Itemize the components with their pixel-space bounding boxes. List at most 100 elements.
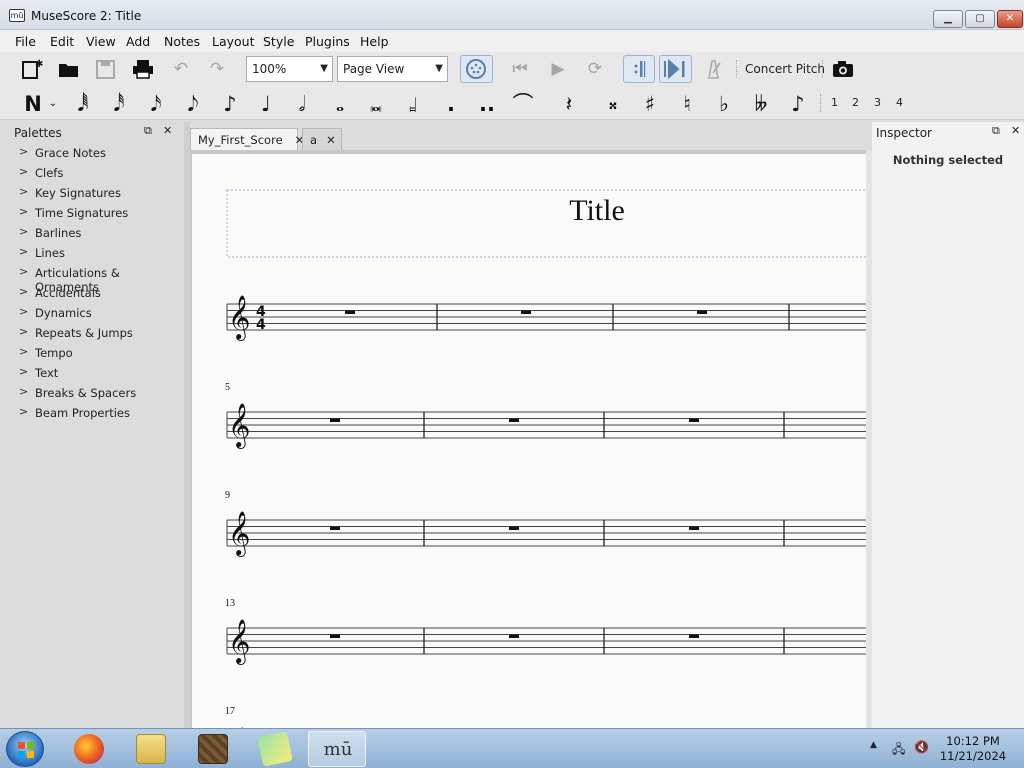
palette-item[interactable]: > Grace Notes [10, 143, 184, 163]
palette-item[interactable]: > Articulations & Ornaments [10, 263, 184, 294]
close-tab-icon[interactable]: ✕ [326, 133, 336, 147]
palette-item[interactable]: > Lines [10, 243, 184, 263]
voice-4-button[interactable]: 4 [896, 96, 903, 109]
duration-64th-icon[interactable]: 𝅘𝅥𝅱 [72, 92, 94, 116]
rest-icon[interactable]: 𝄽 [558, 92, 580, 116]
score-page[interactable]: Title 𝄞44𝄞5𝄞9𝄞13𝄞17 [192, 154, 866, 728]
palette-item[interactable]: > Text [10, 363, 184, 383]
double-dot-icon[interactable]: .. [476, 92, 498, 116]
musescore-icon: mū [323, 739, 353, 760]
palette-item[interactable]: > Repeats & Jumps [10, 323, 184, 343]
musescore-taskbar-button[interactable]: mū [308, 731, 366, 767]
duration-eighth-icon[interactable]: ♪ [219, 92, 241, 116]
tie-icon[interactable]: ⌒ [512, 92, 534, 116]
minimize-button[interactable]: ▁ [933, 10, 963, 28]
zoom-select[interactable]: 100% ▼ [246, 56, 333, 82]
duration-16th-icon[interactable]: 𝅘𝅥𝅯 [145, 92, 167, 116]
close-window-button[interactable]: ✕ [997, 10, 1023, 28]
menu-view[interactable]: View [86, 34, 116, 49]
duration-longa-icon[interactable]: 𝆷 [402, 92, 424, 116]
palette-item[interactable]: > Tempo [10, 343, 184, 363]
menu-plugins[interactable]: Plugins [305, 34, 350, 49]
repeat-playback-button[interactable] [623, 55, 655, 83]
palette-item[interactable]: > Accidentals [10, 283, 184, 303]
score-notation[interactable]: Title 𝄞44𝄞5𝄞9𝄞13𝄞17 [192, 154, 866, 728]
double-flat-icon[interactable]: 𝄫 [750, 92, 772, 116]
loop-icon[interactable]: ⟳ [583, 58, 607, 80]
sharp-icon[interactable]: ♯ [639, 92, 661, 116]
concert-pitch-toggle[interactable]: Concert Pitch [745, 62, 825, 76]
whole-rest [509, 634, 519, 638]
palette-item[interactable]: > Clefs [10, 163, 184, 183]
pan-score-button[interactable] [659, 55, 692, 83]
note-input-mode-icon[interactable]: N [20, 92, 46, 116]
firefox-taskbar-button[interactable] [60, 731, 118, 767]
palette-item[interactable]: > Time Signatures [10, 203, 184, 223]
camera-icon[interactable] [831, 58, 855, 80]
tab-my-first-score[interactable]: My_First_Score ✕ [190, 128, 304, 150]
duration-half-icon[interactable]: 𝅗𝅥 [291, 92, 313, 116]
network-icon[interactable]: 🖧 [892, 740, 905, 761]
menu-layout[interactable]: Layout [212, 34, 255, 49]
clock-date: 11/21/2024 [939, 749, 1007, 763]
save-icon[interactable] [94, 58, 118, 80]
flat-icon[interactable]: ♭ [713, 92, 735, 116]
chevron-right-icon: > [19, 185, 29, 198]
undock-icon[interactable]: ⧉ [144, 124, 152, 138]
menu-file[interactable]: File [15, 34, 36, 49]
natural-icon[interactable]: ♮ [676, 92, 698, 116]
palette-item[interactable]: > Beam Properties [10, 403, 184, 423]
menu-style[interactable]: Style [263, 34, 294, 49]
system-clock[interactable]: 10:12 PM 11/21/2024 [936, 734, 1010, 764]
double-sharp-icon[interactable]: 𝄪 [602, 92, 624, 116]
voice-3-button[interactable]: 3 [874, 96, 881, 109]
duration-16th-alt-icon[interactable]: 𝅘𝅥𝅮 [182, 92, 204, 116]
menu-add[interactable]: Add [126, 34, 150, 49]
print-icon[interactable] [131, 58, 155, 80]
chevron-right-icon: > [19, 245, 29, 258]
flip-direction-icon[interactable]: ♪ [787, 92, 809, 116]
rewind-icon[interactable]: ⏮ [508, 58, 532, 80]
menu-notes[interactable]: Notes [164, 34, 200, 49]
chevron-right-icon: > [19, 145, 29, 158]
crafting-block-icon [198, 734, 228, 764]
whole-rest [509, 526, 519, 530]
duration-whole-icon[interactable]: 𝅝 [329, 92, 351, 116]
undo-icon[interactable]: ↶ [169, 58, 193, 80]
explorer-taskbar-button[interactable] [122, 731, 180, 767]
minecraft-taskbar-button[interactable] [184, 731, 242, 767]
volume-muted-icon[interactable]: 🔇 [914, 740, 929, 754]
augmentation-dot-icon[interactable]: . [440, 92, 462, 116]
duration-breve-icon[interactable]: 𝅜 [365, 92, 387, 116]
menu-edit[interactable]: Edit [50, 34, 74, 49]
new-score-icon[interactable]: ✱ [20, 58, 44, 80]
treble-clef: 𝄞 [228, 511, 250, 557]
close-icon[interactable]: ✕ [1011, 124, 1020, 137]
metronome-icon[interactable] [701, 58, 725, 80]
duration-quarter-icon[interactable]: ♩ [255, 92, 277, 116]
open-folder-icon[interactable] [57, 58, 81, 80]
inspector-panel: Inspector ⧉ ✕ Nothing selected [872, 122, 1024, 728]
measure-number: 5 [225, 382, 230, 393]
midi-input-button[interactable] [460, 55, 493, 83]
palette-item[interactable]: > Key Signatures [10, 183, 184, 203]
palette-item[interactable]: > Dynamics [10, 303, 184, 323]
voice-1-button[interactable]: 1 [831, 96, 838, 109]
voice-2-button[interactable]: 2 [852, 96, 859, 109]
palette-item[interactable]: > Breaks & Spacers [10, 383, 184, 403]
duration-32nd-icon[interactable]: 𝅘𝅥𝅰 [108, 92, 130, 116]
start-button[interactable] [6, 731, 44, 767]
close-icon[interactable]: ✕ [163, 124, 172, 137]
notes-taskbar-button[interactable] [246, 731, 304, 767]
score-canvas[interactable]: Title 𝄞44𝄞5𝄞9𝄞13𝄞17 [190, 150, 866, 728]
show-hidden-icons-icon[interactable]: ▲ [870, 740, 877, 750]
redo-icon[interactable]: ↷ [205, 58, 229, 80]
play-icon[interactable]: ▶ [546, 58, 570, 80]
view-mode-select[interactable]: Page View ▼ [337, 56, 448, 82]
menu-help[interactable]: Help [360, 34, 389, 49]
tab-a[interactable]: a ✕ [302, 128, 342, 150]
maximize-button[interactable]: ▢ [965, 10, 995, 28]
undock-icon[interactable]: ⧉ [992, 124, 1000, 138]
palette-item[interactable]: > Barlines [10, 223, 184, 243]
chevron-down-icon[interactable]: ⌄ [46, 92, 60, 116]
